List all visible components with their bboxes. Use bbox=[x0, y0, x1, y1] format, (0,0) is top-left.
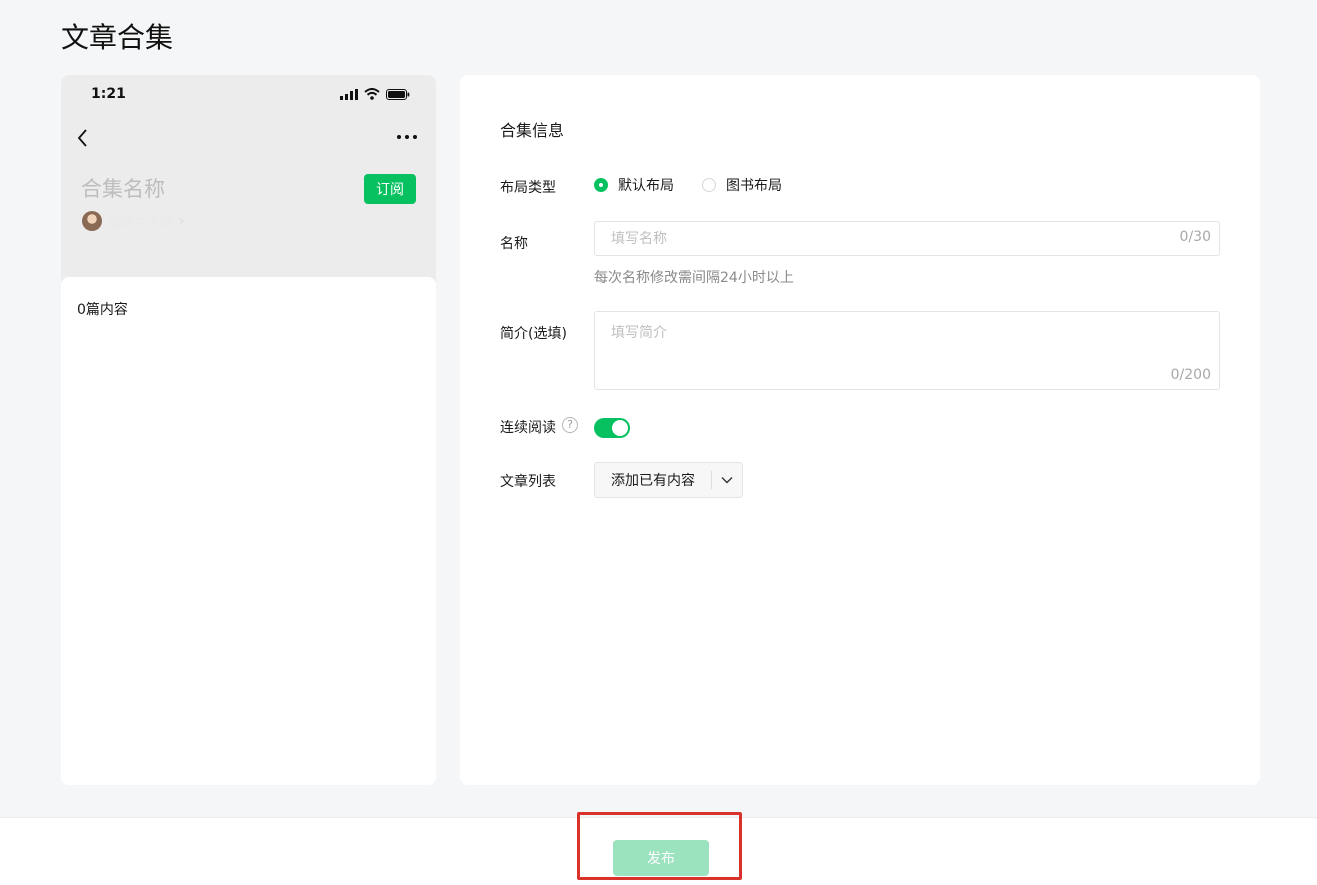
name-input[interactable] bbox=[595, 222, 1147, 255]
radio-default-layout[interactable]: 默认布局 bbox=[594, 175, 674, 195]
continuous-label: 连续阅读 bbox=[500, 420, 556, 436]
avatar bbox=[82, 211, 102, 231]
name-field: 0/30 bbox=[594, 221, 1220, 256]
layout-label: 布局类型 bbox=[500, 180, 556, 196]
intro-label: 简介(选填) bbox=[500, 326, 567, 342]
section-title: 合集信息 bbox=[500, 121, 565, 140]
toggle-knob bbox=[612, 420, 628, 436]
dropdown-label: 添加已有内容 bbox=[611, 473, 695, 489]
status-time: 1:21 bbox=[91, 86, 126, 102]
collection-name: 合集名称 bbox=[81, 177, 165, 201]
radio-book-layout[interactable]: 图书布局 bbox=[702, 175, 782, 195]
status-icons bbox=[340, 88, 410, 100]
radio-unchecked-icon bbox=[702, 178, 716, 192]
radio-checked-icon bbox=[594, 178, 608, 192]
back-icon[interactable] bbox=[75, 126, 91, 150]
intro-counter: 0/200 bbox=[1170, 367, 1211, 383]
battery-icon bbox=[386, 88, 410, 100]
more-icon[interactable] bbox=[396, 127, 418, 147]
content-count: 0篇内容 bbox=[77, 302, 128, 318]
radio-label: 图书布局 bbox=[726, 178, 782, 194]
collection-form: 合集信息 布局类型 默认布局 图书布局 名称 0/30 每次名称修改需间隔24小… bbox=[460, 75, 1260, 785]
chevron-right-icon: › bbox=[179, 213, 185, 229]
publish-button[interactable]: 发布 bbox=[613, 840, 709, 876]
name-hint: 每次名称修改需间隔24小时以上 bbox=[594, 270, 794, 286]
intro-field: 0/200 bbox=[594, 311, 1220, 390]
intro-textarea[interactable] bbox=[595, 312, 1115, 362]
page-title: 文章合集 bbox=[61, 21, 174, 54]
preview-body: 0篇内容 bbox=[61, 277, 436, 785]
add-content-dropdown[interactable]: 添加已有内容 bbox=[594, 462, 743, 498]
continuous-toggle[interactable] bbox=[594, 418, 630, 438]
help-icon[interactable]: ? bbox=[562, 417, 578, 433]
name-label: 名称 bbox=[500, 236, 528, 252]
article-list-label: 文章列表 bbox=[500, 474, 556, 490]
name-counter: 0/30 bbox=[1179, 229, 1211, 245]
wifi-icon bbox=[364, 88, 380, 100]
author-name: 南陌生人说 bbox=[108, 215, 174, 231]
signal-icon bbox=[340, 88, 358, 100]
chevron-down-icon bbox=[712, 463, 742, 497]
footer-bar: 发布 bbox=[0, 817, 1317, 885]
radio-label: 默认布局 bbox=[618, 178, 674, 194]
subscribe-button[interactable]: 订阅 bbox=[364, 174, 416, 204]
author-row[interactable]: 南陌生人说 › bbox=[82, 211, 184, 231]
layout-radio-group: 默认布局 图书布局 bbox=[594, 175, 782, 195]
preview-header: 1:21 合集名称 订阅 南陌生人说 › bbox=[61, 75, 436, 283]
phone-preview: 1:21 合集名称 订阅 南陌生人说 › 0篇内容 bbox=[61, 75, 436, 785]
